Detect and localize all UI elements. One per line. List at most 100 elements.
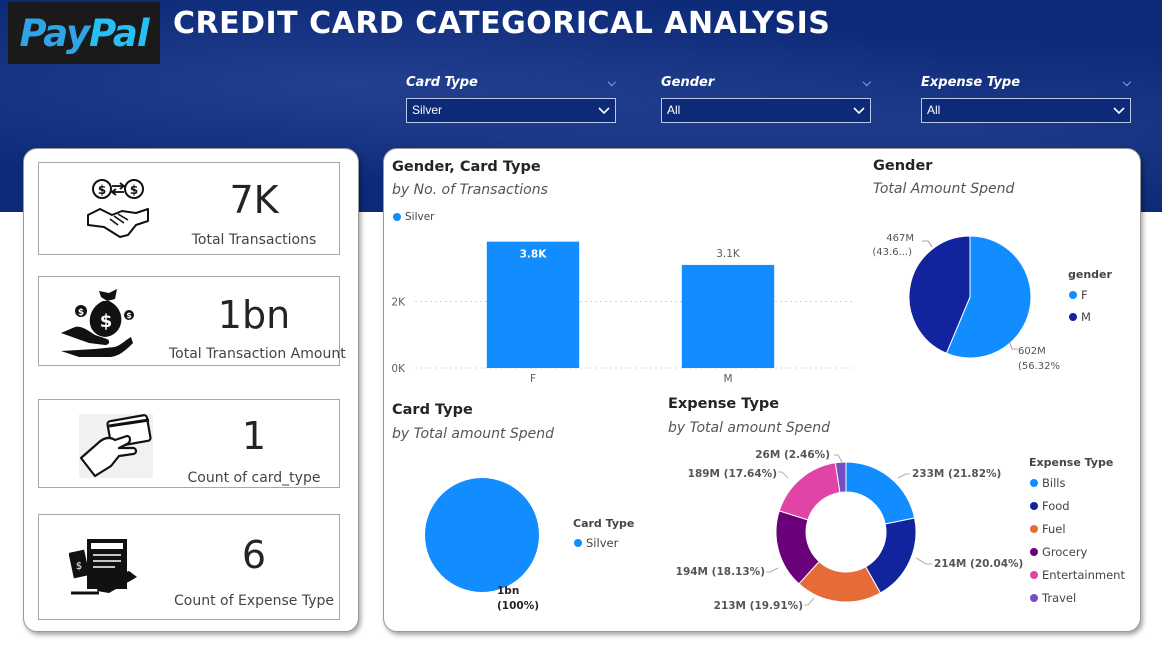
expense-type-slicer: Expense Type ⌵ All [921, 72, 1131, 123]
donut-slice-entertainment[interactable] [778, 462, 841, 521]
card-type-legend-title: Card Type [573, 517, 635, 530]
leader-line [766, 567, 779, 573]
gender-selected-value: All [667, 103, 681, 117]
legend-swatch [1030, 571, 1038, 579]
legend-swatch [1030, 502, 1038, 510]
dropdown-arrow-icon[interactable] [853, 99, 865, 122]
legend-swatch [393, 213, 401, 221]
expense-legend-item-travel[interactable]: Travel [1030, 591, 1076, 605]
bar-data-label: 3.1K [716, 248, 741, 260]
donut-data-label: 233M (21.82%) [912, 468, 1001, 480]
slicer-label-card-type: Card Type [406, 75, 478, 90]
expense-legend-item-grocery[interactable]: Grocery [1030, 545, 1087, 559]
legend-label: F [1081, 288, 1088, 302]
kpi-label: Count of Expense Type [174, 593, 334, 609]
pie-pct-label: (43.6...) [872, 247, 912, 258]
svg-text:$: $ [98, 183, 106, 197]
legend-swatch [1030, 479, 1038, 487]
legend-swatch [574, 539, 582, 547]
leader-line [922, 240, 933, 248]
bar-data-label: 3.8K [520, 249, 548, 261]
expense-legend-item-food[interactable]: Food [1030, 499, 1070, 513]
card-type-dropdown[interactable]: Silver [406, 98, 616, 123]
legend-swatch [1069, 291, 1077, 299]
chevron-down-icon[interactable]: ⌵ [863, 72, 871, 94]
legend-label: Bills [1042, 476, 1066, 490]
bar-legend-label: Silver [405, 211, 435, 223]
svg-text:$: $ [78, 308, 84, 318]
logo-text: PayPal [19, 11, 149, 55]
gender-legend-item-f[interactable]: F [1069, 288, 1088, 302]
chevron-down-icon[interactable]: ⌵ [1123, 72, 1131, 94]
pie-pct-label: (56.32%) [1018, 361, 1060, 372]
paypal-logo: PayPal [8, 2, 160, 64]
gender-legend-item-m[interactable]: M [1069, 310, 1091, 324]
pie-value-label: 467M [886, 233, 914, 244]
kpi-total-transaction-amount: $ $ $ 1bn Total Transaction Amount [38, 276, 346, 366]
card-type-legend-item-silver[interactable]: Silver [574, 536, 618, 550]
card-type-pie-chart: 1bn (100%) [425, 477, 539, 612]
bar-chart-title: Gender, Card Type [392, 159, 541, 175]
expense-donut-title: Expense Type [668, 396, 780, 412]
gender-slicer: Gender ⌵ All [661, 72, 871, 123]
kpi-value: 1 [241, 414, 267, 458]
donut-data-label: 26M (2.46%) [755, 449, 830, 461]
gender-pie-subtitle: Total Amount Spend [873, 181, 1015, 197]
slicer-label-gender: Gender [661, 75, 715, 90]
kpi-label: Count of card_type [187, 470, 321, 486]
donut-slice-bills[interactable] [845, 461, 916, 525]
gender-dropdown[interactable]: All [661, 98, 871, 123]
x-tick-label: M [723, 373, 732, 385]
logo-text-pay: Pay [19, 11, 90, 55]
expense-legend-item-entertainment[interactable]: Entertainment [1030, 568, 1125, 582]
leader-line [778, 471, 789, 479]
card-type-pie-title: Card Type [392, 402, 473, 418]
expense-legend-item-bills[interactable]: Bills [1030, 476, 1065, 490]
bar-m[interactable] [681, 264, 775, 368]
legend-label: Travel [1042, 591, 1077, 605]
donut-data-label: 214M (20.04%) [934, 558, 1023, 570]
svg-text:$: $ [130, 183, 138, 197]
legend-label: Silver [586, 536, 619, 550]
kpi-count-expense-type: $ 6 Count of Expense Type [38, 514, 340, 620]
expense-donut-chart: 233M (21.82%) 214M (20.04%) 213M (19.91%) 1… [676, 449, 1024, 612]
card-type-slicer: Card Type ⌵ Silver [406, 72, 616, 123]
svg-text:$: $ [76, 561, 82, 572]
expense-legend-item-fuel[interactable]: Fuel [1030, 522, 1066, 536]
kpi-value: 7K [229, 178, 279, 222]
leader-line [1009, 342, 1018, 350]
legend-swatch [1069, 313, 1077, 321]
logo-text-pal: Pal [89, 11, 149, 55]
y-tick-label: 0K [391, 363, 406, 375]
chevron-down-icon[interactable]: ⌵ [608, 72, 616, 94]
money-exchange-handshake-icon: $ $ [84, 175, 152, 243]
dropdown-arrow-icon[interactable] [1113, 99, 1125, 122]
kpi-count-card-type: 1 Count of card_type [38, 399, 340, 488]
expense-type-selected-value: All [927, 103, 941, 117]
kpi-value: 1bn [217, 293, 291, 337]
bar-legend-item-silver[interactable]: Silver [393, 211, 435, 223]
legend-swatch [1030, 525, 1038, 533]
kpi-label: Total Transactions [191, 232, 317, 248]
leader-line [834, 454, 843, 463]
leader-line [804, 597, 815, 606]
page-title: CREDIT CARD CATEGORICAL ANALYSIS [173, 6, 831, 41]
expense-donut-subtitle: by Total amount Spend [668, 420, 831, 436]
expense-type-dropdown[interactable]: All [921, 98, 1131, 123]
money-bag-hand-icon: $ $ $ [59, 287, 135, 359]
pie-slice-silver[interactable] [425, 477, 539, 593]
y-tick-label: 2K [391, 297, 406, 309]
donut-data-label: 213M (19.91%) [714, 600, 803, 612]
legend-label: Fuel [1042, 522, 1066, 536]
leader-line [897, 473, 910, 479]
card-type-pie-subtitle: by Total amount Spend [392, 426, 555, 442]
svg-text:$: $ [126, 311, 132, 320]
hand-credit-card-icon [79, 414, 153, 478]
slicer-label-expense-type: Expense Type [921, 75, 1021, 90]
expenses-document-icon: $ [68, 537, 139, 597]
dropdown-arrow-icon[interactable] [598, 99, 610, 122]
pie-pct-label: (100%) [497, 600, 539, 612]
legend-label: Grocery [1042, 545, 1088, 559]
legend-label: Food [1042, 499, 1070, 513]
gender-legend-title: gender [1068, 268, 1112, 281]
